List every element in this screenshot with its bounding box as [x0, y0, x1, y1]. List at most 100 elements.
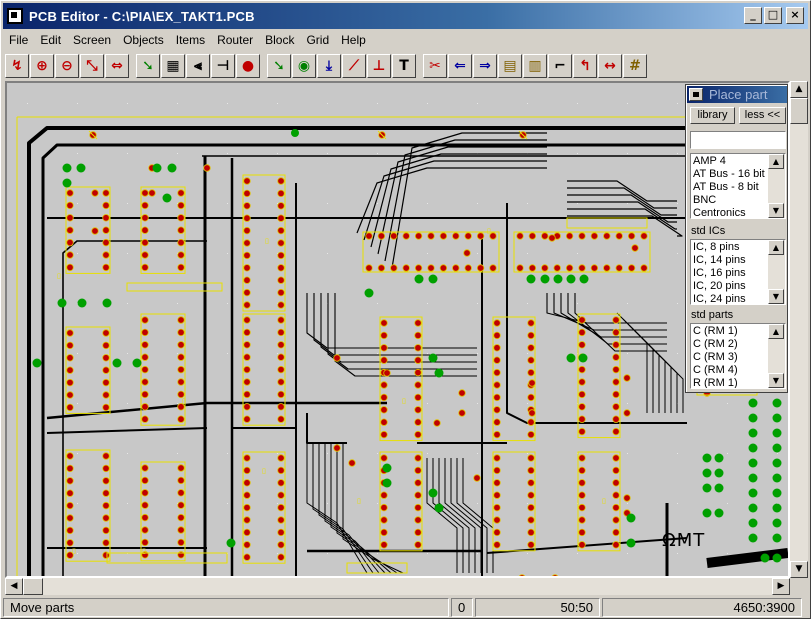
part-search-input[interactable]: [690, 131, 786, 149]
title-bar[interactable]: PCB Editor - C:\PIA\EX_TAKT1.PCB _ □ ×: [3, 3, 808, 29]
part-list-item[interactable]: IC, 8 pins: [693, 241, 769, 254]
library-button[interactable]: library: [690, 107, 735, 124]
part-list-item[interactable]: AT Bus - 8 bit: [693, 181, 769, 194]
connect-icon[interactable]: ⌐: [548, 54, 572, 78]
part-list-item[interactable]: IC, 16 pins: [693, 267, 769, 280]
vertical-scroll-thumb[interactable]: [790, 98, 808, 124]
text-icon[interactable]: T: [392, 54, 416, 78]
pad: [414, 393, 422, 402]
list-up-arrow-icon[interactable]: ▲: [768, 324, 784, 339]
grid-icon[interactable]: #: [623, 54, 647, 78]
part-list-item[interactable]: BNC: [693, 194, 769, 207]
pcb-board[interactable]: ▯ ▯ ▯ ▯ ▯ ▯ ▯ ▯ ▯ ▯ ΩMT: [7, 83, 788, 576]
horizontal-scroll-thumb[interactable]: [23, 578, 43, 595]
block-icon[interactable]: ▤: [498, 54, 522, 78]
pad: [612, 341, 620, 349]
part-list-item[interactable]: Centronics: [693, 207, 769, 218]
list-up-arrow-icon[interactable]: ▲: [768, 154, 784, 169]
minimize-button[interactable]: _: [744, 7, 762, 24]
pad: [640, 264, 648, 272]
pin-icon[interactable]: ⤓: [317, 54, 341, 78]
std-ics-list-scrollbar[interactable]: ▲ ▼: [768, 240, 785, 304]
select-tool-icon[interactable]: ↯: [5, 54, 29, 78]
menu-grid[interactable]: Grid: [300, 33, 335, 47]
block-copy-icon[interactable]: ▥: [523, 54, 547, 78]
menu-objects[interactable]: Objects: [117, 33, 170, 47]
menu-help[interactable]: Help: [335, 33, 372, 47]
list-down-arrow-icon[interactable]: ▼: [768, 203, 784, 218]
part-list-item[interactable]: IC, 20 pins: [693, 280, 769, 293]
maximize-button[interactable]: □: [764, 7, 782, 24]
list-up-arrow-icon[interactable]: ▲: [768, 240, 784, 255]
trace-icon[interactable]: ⊥: [367, 54, 391, 78]
pad: [578, 491, 586, 499]
menu-router[interactable]: Router: [211, 33, 259, 47]
connector-list-scrollbar[interactable]: ▲ ▼: [768, 154, 785, 218]
part-list-item[interactable]: IC, 14 pins: [693, 254, 769, 267]
place-capacitor-icon[interactable]: ⊣: [211, 54, 235, 78]
pad: [277, 214, 285, 222]
via: [748, 428, 758, 438]
part-list-item[interactable]: C (RM 2): [693, 338, 769, 351]
pad: [493, 331, 501, 340]
pad: [380, 331, 388, 340]
part-list-item[interactable]: C (RM 4): [693, 364, 769, 377]
place-pad-icon[interactable]: ●: [236, 54, 260, 78]
part-list-item[interactable]: AMP 4: [693, 155, 769, 168]
pad: [615, 264, 623, 272]
wire-icon[interactable]: ⟋: [342, 54, 366, 78]
std-parts-list-scrollbar[interactable]: ▲ ▼: [768, 324, 785, 388]
app-icon[interactable]: [7, 8, 23, 24]
list-down-arrow-icon[interactable]: ▼: [768, 373, 784, 388]
pad: [141, 378, 149, 386]
zoom-in-icon[interactable]: ⊕: [30, 54, 54, 78]
route-icon[interactable]: ➘: [267, 54, 291, 78]
menu-block[interactable]: Block: [259, 33, 300, 47]
via-icon[interactable]: ◉: [292, 54, 316, 78]
move-part-icon[interactable]: ➘: [136, 54, 160, 78]
std-ics-list[interactable]: IC, 8 pins IC, 14 pins IC, 16 pins IC, 20 p…: [690, 239, 786, 305]
pad: [623, 494, 631, 502]
menu-edit[interactable]: Edit: [34, 33, 67, 47]
grid-dot: [127, 353, 128, 354]
menu-items[interactable]: Items: [170, 33, 211, 47]
status-count: 0: [451, 598, 473, 617]
zoom-window-icon[interactable]: ⤡: [80, 54, 104, 78]
pcb-canvas[interactable]: ▯ ▯ ▯ ▯ ▯ ▯ ▯ ▯ ▯ ▯ ΩMT: [5, 81, 790, 578]
redraw-icon[interactable]: ⇔: [105, 54, 129, 78]
board-label: ΩMT: [662, 530, 705, 551]
close-button[interactable]: ×: [786, 7, 804, 24]
part-list-item[interactable]: C (RM 1): [693, 325, 769, 338]
redo-icon[interactable]: ⇒: [473, 54, 497, 78]
pad: [380, 381, 388, 389]
std-parts-list[interactable]: C (RM 1) C (RM 2) C (RM 3) C (RM 4) R (RM 1)…: [690, 323, 786, 389]
scroll-up-arrow-icon[interactable]: ▲: [790, 81, 808, 98]
part-list-item[interactable]: IC, 24 pins: [693, 293, 769, 304]
delete-icon[interactable]: ✂: [423, 54, 447, 78]
part-list-item[interactable]: R (RM 1): [693, 377, 769, 388]
place-ic-icon[interactable]: ▦: [161, 54, 185, 78]
menu-file[interactable]: File: [3, 33, 34, 47]
silkscreen-ref-label: ▯: [57, 272, 61, 280]
scroll-right-arrow-icon[interactable]: ▶: [772, 578, 790, 595]
horizontal-scrollbar[interactable]: ◀ ▶: [5, 578, 790, 595]
less-button[interactable]: less <<: [739, 107, 786, 124]
list-down-arrow-icon[interactable]: ▼: [768, 289, 784, 304]
part-list-item[interactable]: AT Bus - 16 bit: [693, 168, 769, 181]
move-wire-icon[interactable]: ⇐: [448, 54, 472, 78]
bend-icon[interactable]: ↰: [573, 54, 597, 78]
stretch-icon[interactable]: ↔: [598, 54, 622, 78]
connector-list[interactable]: AMP 4 AT Bus - 16 bit AT Bus - 8 bit BNC Cen…: [690, 153, 786, 219]
vertical-scrollbar[interactable]: ▲ ▼: [790, 81, 808, 578]
scroll-down-arrow-icon[interactable]: ▼: [790, 561, 808, 578]
zoom-out-icon[interactable]: ⊖: [55, 54, 79, 78]
place-part-title-bar[interactable]: Place part: [687, 86, 787, 103]
pad: [541, 232, 549, 240]
grid-dot: [77, 453, 78, 454]
menu-screen[interactable]: Screen: [67, 33, 117, 47]
part-list-item[interactable]: C (RM 3): [693, 351, 769, 364]
scroll-left-arrow-icon[interactable]: ◀: [5, 578, 23, 595]
panel-close-icon[interactable]: [689, 88, 703, 101]
grid-dot: [527, 253, 528, 254]
place-resistor-icon[interactable]: ⫷: [186, 54, 210, 78]
